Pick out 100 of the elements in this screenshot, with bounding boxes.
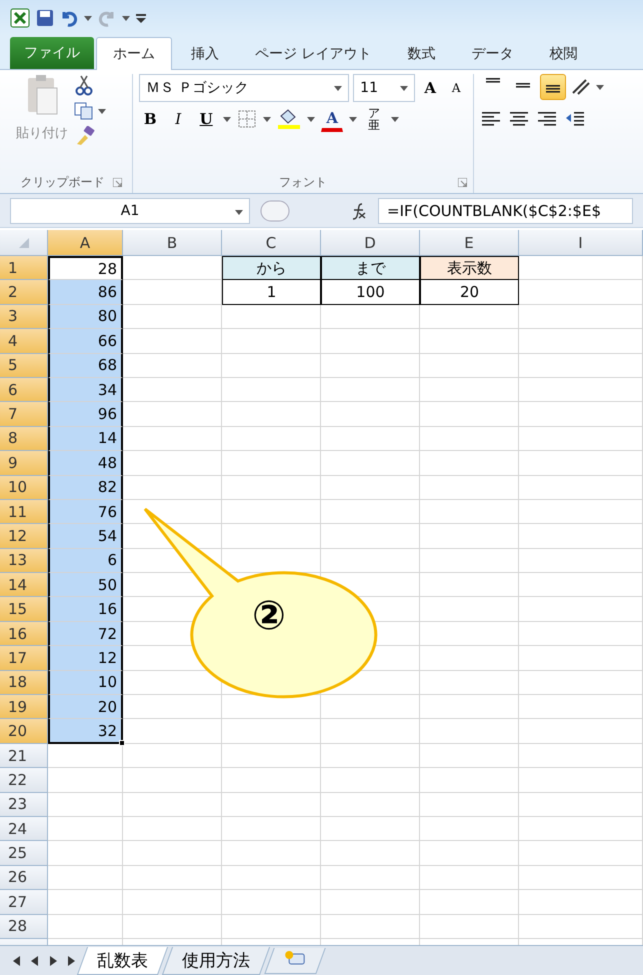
fill-handle[interactable]	[119, 740, 125, 746]
dropdown-arrow-icon[interactable]	[400, 86, 408, 90]
row-header[interactable]: 2	[0, 280, 48, 305]
save-icon[interactable]	[36, 9, 54, 27]
table-cell: 100	[321, 280, 420, 305]
column-header[interactable]: A	[48, 230, 123, 256]
font-color-button[interactable]: A	[321, 106, 344, 132]
dropdown-arrow-icon[interactable]	[349, 116, 358, 122]
sheet-tab[interactable]: 乱数表	[76, 946, 168, 974]
bold-button[interactable]: B	[139, 106, 162, 132]
callout-number: ②	[252, 593, 286, 639]
underline-button[interactable]: U	[195, 106, 218, 132]
text-orientation-icon[interactable]	[570, 77, 592, 97]
corner-triangle-icon	[18, 238, 28, 248]
table-cell: 96	[48, 402, 123, 427]
dropdown-arrow-icon[interactable]	[98, 108, 106, 114]
row-header[interactable]: 22	[0, 768, 48, 793]
ribbon-tab[interactable]: データ	[454, 37, 530, 70]
row-header[interactable]: 26	[0, 866, 48, 890]
row-header[interactable]: 3	[0, 304, 48, 330]
row-header[interactable]: 6	[0, 378, 48, 402]
shrink-font-button[interactable]: A	[445, 75, 468, 101]
row-header[interactable]: 10	[0, 476, 48, 500]
fill-color-icon[interactable]	[277, 108, 302, 130]
font-size-dropdown[interactable]: 11	[353, 74, 416, 102]
column-header[interactable]: I	[519, 230, 643, 256]
dropdown-arrow-icon[interactable]	[235, 210, 243, 214]
row-header[interactable]: 5	[0, 354, 48, 378]
table-cell: 66	[48, 329, 123, 354]
customize-icon[interactable]	[136, 12, 146, 24]
formula-field[interactable]: =IF(COUNTBLANK($C$2:$E$	[378, 198, 633, 224]
name-box[interactable]: A1	[10, 198, 250, 224]
row-header[interactable]: 9	[0, 451, 48, 476]
row-header[interactable]: 15	[0, 597, 48, 622]
insert-sheet-tab[interactable]	[264, 948, 326, 974]
row-header[interactable]: 14	[0, 573, 48, 598]
dropdown-arrow-icon[interactable]	[263, 116, 272, 122]
row-header[interactable]: 21	[0, 744, 48, 768]
dialog-launcher-icon[interactable]	[112, 178, 122, 186]
table-cell: 表示数	[420, 256, 519, 280]
ribbon-tab[interactable]: ページ レイアウト	[238, 37, 388, 70]
table-cell: 32	[48, 719, 123, 744]
group-label: フォント	[279, 174, 328, 190]
row-header[interactable]: 20	[0, 719, 48, 744]
column-header[interactable]: C	[222, 230, 321, 256]
row-header[interactable]: 23	[0, 792, 48, 817]
grow-font-button[interactable]: A	[419, 75, 442, 101]
vertical-align-button[interactable]	[540, 74, 566, 100]
table-cell: 54	[48, 524, 123, 549]
dropdown-arrow-icon[interactable]	[223, 116, 232, 122]
new-sheet-icon[interactable]	[284, 950, 306, 966]
row-header[interactable]: 18	[0, 670, 48, 696]
insert-function-icon[interactable]	[350, 202, 368, 220]
format-painter-icon[interactable]	[74, 126, 96, 146]
table-cell: 1	[222, 280, 321, 305]
ribbon-tab[interactable]: ホーム	[96, 37, 172, 70]
sheet-tab[interactable]: 使用方法	[162, 946, 270, 974]
dropdown-arrow-icon[interactable]	[307, 116, 316, 122]
ribbon-tab[interactable]: 挿入	[174, 37, 236, 70]
font-name-dropdown[interactable]: ＭＳ Ｐゴシック	[139, 74, 350, 102]
dialog-launcher-icon[interactable]	[458, 178, 468, 186]
table-cell: 34	[48, 378, 123, 402]
row-header[interactable]: 11	[0, 500, 48, 524]
align-lines-icon	[546, 85, 560, 93]
scissors-icon[interactable]	[74, 74, 94, 96]
dropdown-arrow-icon[interactable]	[122, 16, 130, 20]
column-header[interactable]: B	[123, 230, 222, 256]
row-header[interactable]: 17	[0, 646, 48, 671]
phonetic-button[interactable]: ア 亜	[363, 106, 386, 132]
row-header[interactable]: 19	[0, 695, 48, 720]
table-cell: 80	[48, 304, 123, 330]
borders-icon[interactable]	[237, 109, 258, 129]
align-lines-icon	[486, 78, 500, 83]
column-header[interactable]: D	[321, 230, 420, 256]
row-header[interactable]: 12	[0, 524, 48, 549]
ribbon-tab[interactable]: 校閲	[532, 37, 594, 70]
table-cell: 82	[48, 476, 123, 500]
row-header[interactable]: 25	[0, 841, 48, 866]
excel-icon[interactable]	[10, 8, 30, 28]
row-header[interactable]: 28	[0, 914, 48, 939]
file-tab[interactable]: ファイル	[10, 37, 94, 69]
copy-icon[interactable]	[74, 102, 94, 120]
table-cell: 20	[420, 280, 519, 305]
row-header[interactable]: 4	[0, 329, 48, 354]
row-header[interactable]: 8	[0, 426, 48, 452]
dropdown-arrow-icon[interactable]	[334, 86, 342, 90]
row-header[interactable]: 16	[0, 622, 48, 646]
row-header[interactable]: 24	[0, 816, 48, 842]
column-header[interactable]: E	[420, 230, 519, 256]
group-label: クリップボード	[20, 174, 105, 190]
dropdown-arrow-icon[interactable]	[596, 84, 604, 90]
italic-button[interactable]: I	[167, 106, 190, 132]
row-header[interactable]: 13	[0, 548, 48, 574]
dropdown-arrow-icon[interactable]	[84, 16, 92, 20]
undo-icon[interactable]	[60, 9, 78, 27]
dropdown-arrow-icon[interactable]	[391, 116, 400, 122]
ribbon-tab[interactable]: 数式	[390, 37, 452, 70]
row-header[interactable]: 27	[0, 890, 48, 915]
row-header[interactable]: 1	[0, 256, 48, 280]
row-header[interactable]: 7	[0, 402, 48, 427]
